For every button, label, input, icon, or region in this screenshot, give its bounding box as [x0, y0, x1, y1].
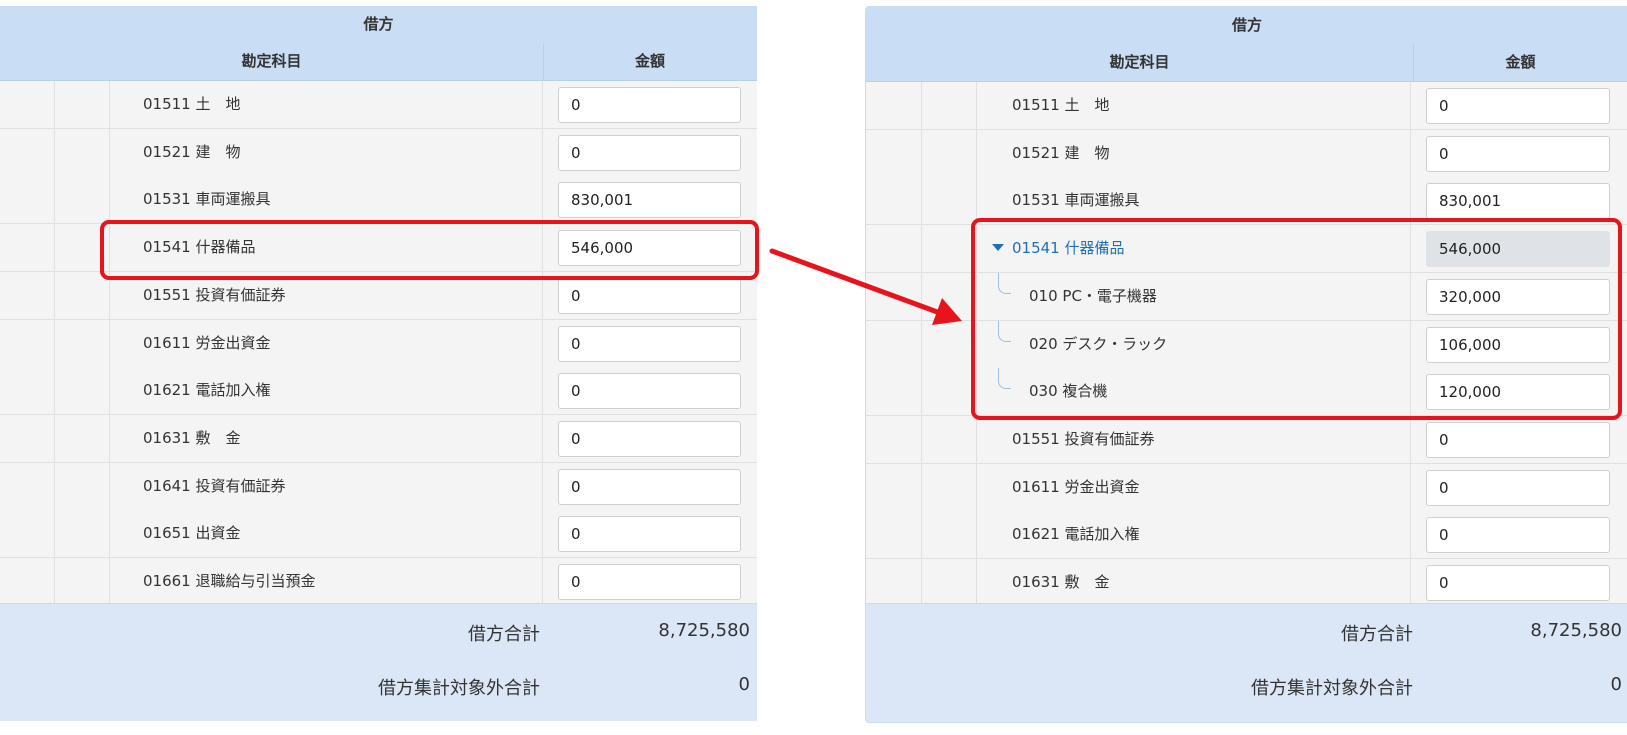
arrow-right-icon: [769, 248, 962, 325]
